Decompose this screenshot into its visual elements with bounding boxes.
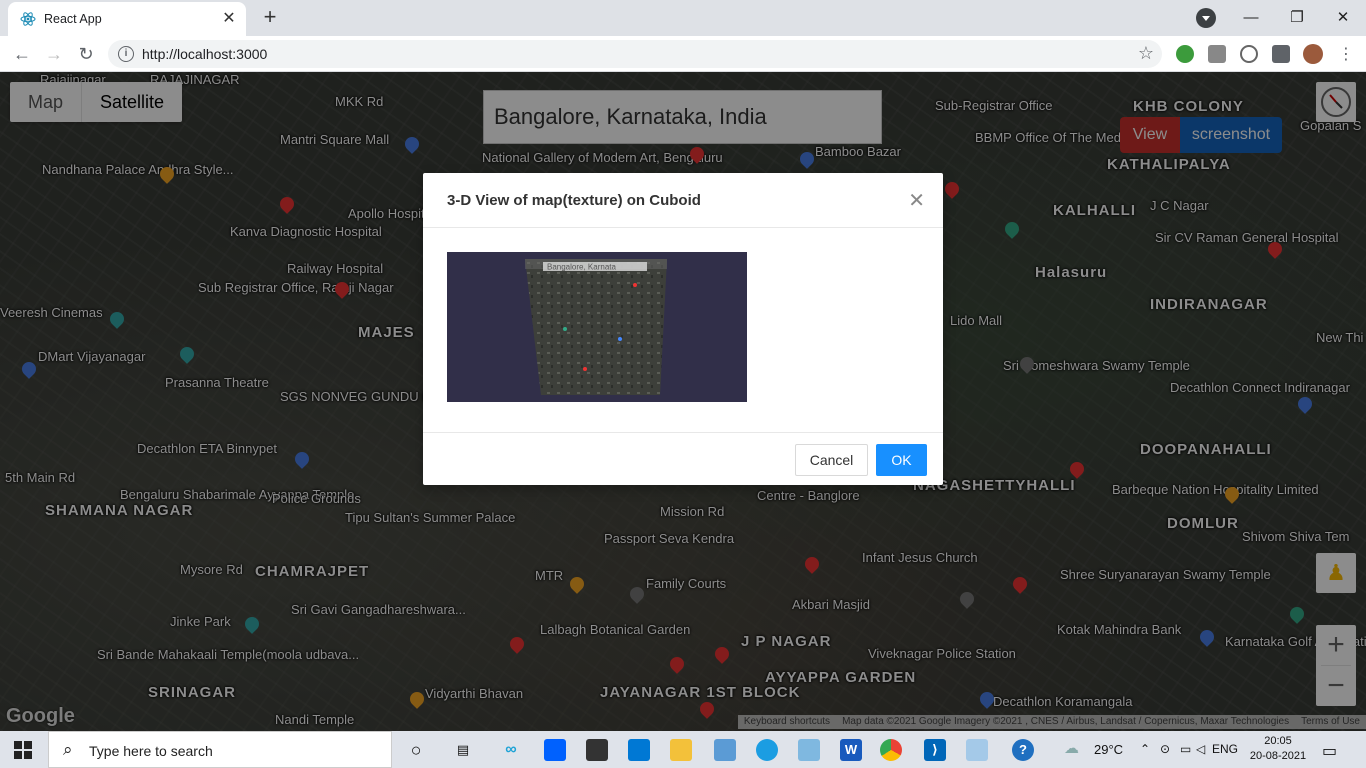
kebab-menu-icon[interactable]: ⋮ [1338, 44, 1354, 64]
battery-icon[interactable]: ▭ [1180, 742, 1191, 756]
url-text: http://localhost:3000 [142, 46, 268, 62]
texture-caption: Bangalore, Karnata [547, 263, 616, 272]
taskbar-search-placeholder: Type here to search [89, 743, 213, 759]
paint-icon[interactable] [966, 739, 988, 761]
minimize-button[interactable]: — [1228, 4, 1274, 32]
windows-taskbar: ⌕ Type here to search ○ ▤ ∞ W ⟩ ? ☁ 29°C… [0, 731, 1366, 768]
modal-header: 3-D View of map(texture) on Cuboid ✕ [423, 173, 943, 228]
chevron-up-icon[interactable]: ⌃ [1140, 742, 1150, 756]
forward-arrow-icon[interactable]: → [42, 42, 66, 66]
extension-green-icon[interactable] [1176, 45, 1194, 63]
reload-icon[interactable]: ↻ [74, 42, 98, 66]
modal-title: 3-D View of map(texture) on Cuboid [447, 192, 701, 209]
edge-icon[interactable] [756, 739, 778, 761]
volume-icon[interactable]: ◁ [1196, 742, 1205, 756]
windows-start-icon[interactable] [14, 741, 32, 759]
tab-title: React App [44, 12, 102, 26]
cuboid-view-modal: 3-D View of map(texture) on Cuboid ✕ Ban… [423, 173, 943, 485]
url-field[interactable]: i http://localhost:3000 ☆ [108, 40, 1162, 68]
chrome-icon[interactable] [880, 739, 902, 761]
store-icon[interactable] [586, 739, 608, 761]
chevron-down-icon [1202, 16, 1210, 21]
profile-menu-icon[interactable] [1196, 8, 1216, 28]
file-explorer-icon[interactable] [670, 739, 692, 761]
mail-icon[interactable] [628, 739, 650, 761]
modal-footer: Cancel OK [423, 432, 943, 485]
info-icon[interactable]: i [118, 46, 134, 62]
browser-tab-strip: React App ✕ + — ❐ ✕ [0, 0, 1366, 36]
cortana-icon[interactable]: ○ [405, 739, 427, 761]
search-icon: ⌕ [63, 740, 73, 759]
bookmark-star-icon[interactable]: ☆ [1138, 43, 1154, 64]
infinity-app-icon[interactable]: ∞ [500, 739, 522, 761]
back-arrow-icon[interactable]: ← [10, 42, 34, 66]
address-bar: ← → ↻ i http://localhost:3000 ☆ ⋮ [0, 36, 1366, 72]
extensions-puzzle-icon[interactable] [1272, 45, 1290, 63]
taskbar-search-box[interactable]: ⌕ Type here to search [48, 731, 392, 768]
new-tab-button[interactable]: + [258, 6, 282, 30]
avatar[interactable] [1303, 44, 1323, 64]
tab-close-icon[interactable]: ✕ [220, 10, 238, 28]
extension-cube-icon[interactable] [1208, 45, 1226, 63]
network-icon[interactable]: ⊙ [1160, 742, 1170, 756]
react-logo-icon [20, 12, 36, 26]
language-indicator[interactable]: ENG [1212, 742, 1238, 756]
weather-icon[interactable]: ☁ [1064, 739, 1079, 757]
task-view-icon[interactable]: ▤ [452, 739, 474, 761]
maximize-button[interactable]: ❐ [1274, 4, 1320, 32]
clock-date: 20-08-2021 [1249, 750, 1307, 762]
notification-icon[interactable]: ▭ [1322, 741, 1337, 761]
pc-icon[interactable] [714, 739, 736, 761]
close-icon[interactable]: ✕ [908, 191, 925, 211]
clock-time: 20:05 [1264, 735, 1292, 747]
notes-icon[interactable] [798, 739, 820, 761]
word-icon[interactable]: W [840, 739, 862, 761]
dropbox-icon[interactable] [544, 739, 566, 761]
ok-button[interactable]: OK [876, 444, 927, 476]
help-icon[interactable]: ? [1012, 739, 1034, 761]
cuboid-3d-canvas[interactable]: Bangalore, Karnata [447, 252, 747, 402]
browser-tab[interactable]: React App ✕ [8, 2, 246, 36]
textured-cuboid: Bangalore, Karnata [525, 259, 667, 395]
weather-temperature[interactable]: 29°C [1094, 742, 1123, 757]
extension-face-icon[interactable] [1240, 45, 1258, 63]
taskbar-clock[interactable]: 20:05 20-08-2021 [1246, 734, 1310, 764]
close-window-button[interactable]: ✕ [1320, 4, 1366, 32]
vscode-icon[interactable]: ⟩ [924, 739, 946, 761]
cancel-button[interactable]: Cancel [795, 444, 868, 476]
